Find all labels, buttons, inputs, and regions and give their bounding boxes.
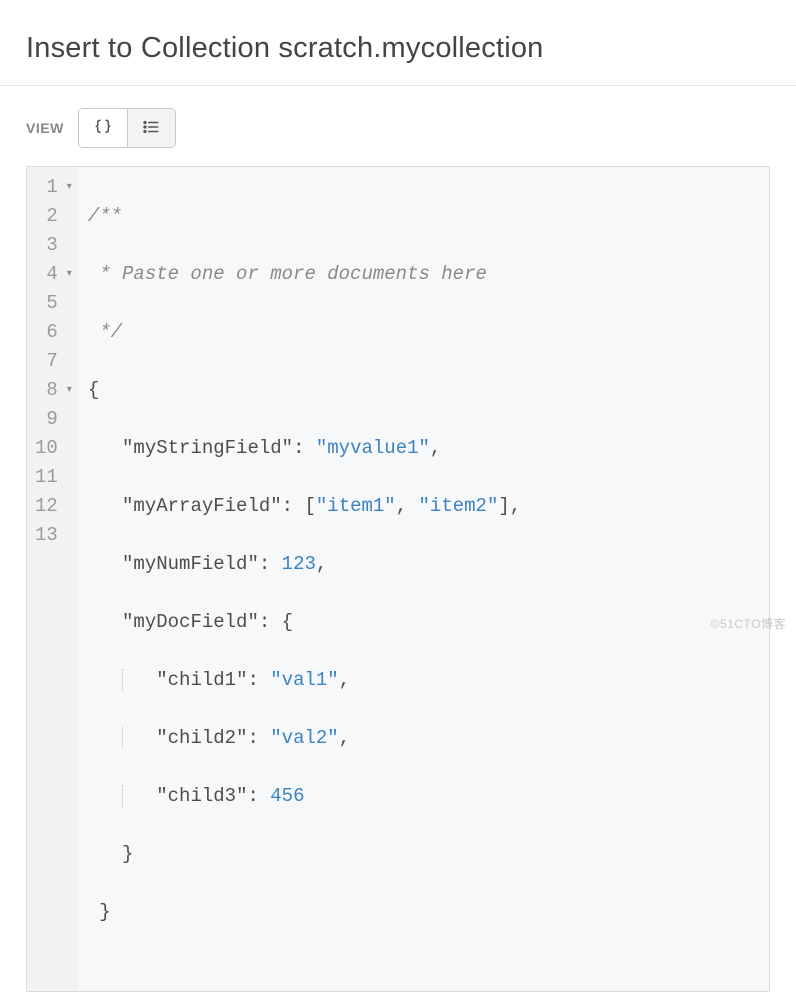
list-icon	[142, 118, 160, 139]
fold-icon[interactable]: ▾	[62, 173, 72, 202]
view-toolbar: VIEW	[0, 86, 796, 166]
dialog-title: Insert to Collection scratch.mycollectio…	[0, 0, 796, 85]
braces-icon	[94, 118, 112, 139]
view-list-button[interactable]	[127, 109, 175, 147]
fold-icon[interactable]: ▾	[62, 376, 72, 405]
code-area[interactable]: /** * Paste one or more documents here *…	[78, 167, 531, 991]
watermark: ©51CTO博客	[711, 615, 786, 632]
view-mode-group	[78, 108, 176, 148]
view-json-button[interactable]	[79, 109, 127, 147]
line-number-gutter: 1▾ 2 3 4▾ 5 6 7 8▾ 9 10 11 12 13	[27, 167, 78, 991]
fold-icon[interactable]: ▾	[62, 260, 72, 289]
view-label: VIEW	[26, 120, 64, 136]
json-editor[interactable]: 1▾ 2 3 4▾ 5 6 7 8▾ 9 10 11 12 13 /** * P…	[26, 166, 770, 992]
